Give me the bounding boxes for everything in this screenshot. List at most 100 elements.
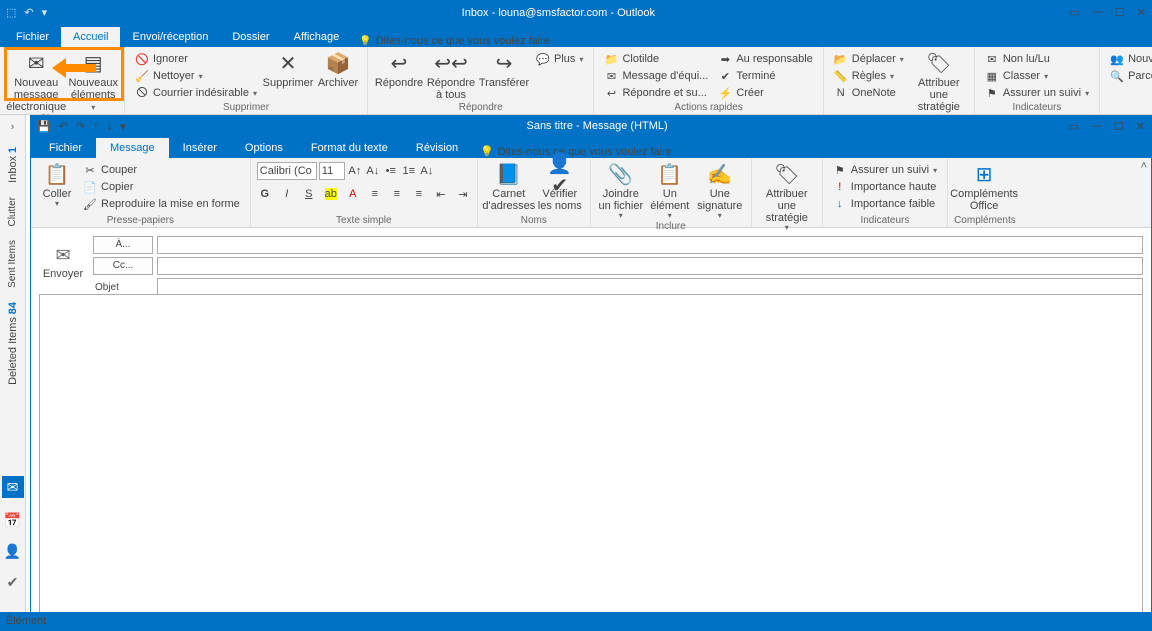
read-unread-button[interactable]: ✉Non lu/Lu [981,51,1093,67]
bold-button[interactable]: G [257,186,273,202]
address-book-compose-button[interactable]: 📘Carnet d'adresses [484,160,534,215]
close-icon[interactable]: ✕ [1137,6,1146,19]
nav-tasks-icon[interactable]: ✔ [7,574,19,591]
highlight-button[interactable]: ab [323,186,339,202]
clean-button[interactable]: 🧹Nettoyer [131,68,261,84]
rail-clutter[interactable]: Clutter [7,197,18,226]
new-items-button[interactable]: ▤ Nouveaux éléments [68,49,118,113]
cc-picker-button[interactable]: Cc... [93,257,153,275]
maximize-icon[interactable]: ☐ [1114,120,1124,133]
ctab-fichier[interactable]: Fichier [35,138,96,158]
numbering-icon[interactable]: 1≡ [401,163,417,179]
check-names-button[interactable]: 👤✔Vérifier les noms [536,160,584,215]
tell-me-main[interactable]: Dites-nous ce que vous voulez faire [359,35,550,47]
rail-deleted[interactable]: Deleted Items 84 [7,302,19,385]
qa-clotilde[interactable]: 📁Clotilde [600,51,712,67]
low-importance-button[interactable]: ↓Importance faible [829,196,941,212]
bullets-icon[interactable]: •≡ [383,163,399,179]
font-color-button[interactable]: A [345,186,361,202]
tab-affichage[interactable]: Affichage [282,27,352,47]
attach-item-button[interactable]: 📋Un élément [647,160,693,221]
to-picker-button[interactable]: À... [93,236,153,254]
reply-button[interactable]: ↩Répondre [374,49,424,102]
rail-sent[interactable]: Sent Items [7,240,18,288]
ctab-message[interactable]: Message [96,138,169,158]
attach-file-button[interactable]: 📎Joindre un fichier [597,160,645,221]
paste-button[interactable]: 📋Coller [37,160,77,215]
to-field[interactable] [157,236,1143,254]
align-left-icon[interactable]: ≡ [367,186,383,202]
nav-calendar-icon[interactable]: 📅 [4,512,21,529]
format-painter-button[interactable]: 🖌Reproduire la mise en forme [79,196,244,212]
align-center-icon[interactable]: ≡ [389,186,405,202]
font-size-input[interactable] [319,162,345,180]
ribbon-options-icon[interactable]: ▭ [1069,120,1079,133]
message-body-editor[interactable] [39,294,1143,621]
ignore-button[interactable]: 🚫Ignorer [131,51,261,67]
qa-team[interactable]: ✉Message d'équi... [600,68,712,84]
tab-accueil[interactable]: Accueil [61,27,120,47]
junk-button[interactable]: 🛇Courrier indésirable [131,85,261,101]
shrink-font-icon[interactable]: A↓ [365,163,381,179]
qa-create[interactable]: ⚡Créer [714,85,816,101]
forward-button[interactable]: ↪Transférer [478,49,530,102]
tab-fichier[interactable]: Fichier [4,27,61,47]
archive-button[interactable]: 📦Archiver [315,49,361,102]
expand-rail-icon[interactable]: › [11,121,15,133]
ctab-format[interactable]: Format du texte [297,138,402,158]
indent-inc-icon[interactable]: ⇥ [455,186,471,202]
cc-field[interactable] [157,257,1143,275]
save-icon[interactable]: 💾 [37,120,51,133]
assign-policy-compose-button[interactable]: 🏷Attribuer une stratégie [758,160,816,233]
collapse-ribbon-icon[interactable]: ˄ [1141,160,1147,172]
sort-icon[interactable]: A↓ [419,163,435,179]
redo-icon[interactable]: ↷ [76,120,85,133]
tab-dossier[interactable]: Dossier [220,27,281,47]
ribbon-options-icon[interactable]: ▭ [1070,6,1080,19]
align-right-icon[interactable]: ≡ [411,186,427,202]
nav-mail-icon[interactable]: ✉ [2,476,24,498]
qa-manager[interactable]: ➡Au responsable [714,51,816,67]
maximize-icon[interactable]: ☐ [1115,6,1125,19]
nav-people-icon[interactable]: 👤 [4,543,21,560]
new-group-button[interactable]: 👥Nouveau groupe [1106,51,1152,67]
rail-inbox[interactable]: Inbox 1 [7,147,19,183]
delete-button[interactable]: ✕Supprimer [263,49,313,102]
followup-compose-button[interactable]: ⚑Assurer un suivi [829,162,941,178]
ctab-inserer[interactable]: Insérer [169,138,231,158]
indent-dec-icon[interactable]: ⇤ [433,186,449,202]
send-button[interactable]: ✉ Envoyer [43,240,83,284]
prev-icon[interactable]: ↑ [93,120,99,133]
signature-button[interactable]: ✍Une signature [695,160,745,221]
font-name-input[interactable] [257,162,317,180]
rules-button[interactable]: 📏Règles [830,68,908,84]
ctab-options[interactable]: Options [231,138,297,158]
copy-button[interactable]: 📄Copier [79,179,244,195]
onenote-button[interactable]: NOneNote [830,85,908,101]
move-button[interactable]: 📂Déplacer [830,51,908,67]
italic-button[interactable]: I [279,186,295,202]
reply-more-button[interactable]: 💬Plus [532,51,587,67]
cut-button[interactable]: ✂Couper [79,162,244,178]
underline-button[interactable]: S [301,186,317,202]
followup-button[interactable]: ⚑Assurer un suivi [981,85,1093,101]
new-email-button[interactable]: ✉ Nouveau message électronique [6,49,66,113]
tab-envoi[interactable]: Envoi/réception [120,27,220,47]
close-icon[interactable]: ✕ [1136,120,1145,133]
tell-me-compose[interactable]: 💡 Dites-nous ce que vous voulez faire [480,145,672,158]
ctab-revision[interactable]: Révision [402,138,472,158]
high-importance-button[interactable]: !Importance haute [829,179,941,195]
qa-reply-del[interactable]: ↩Répondre et su... [600,85,712,101]
browse-groups-button[interactable]: 🔍Parcourir les groupes [1106,68,1152,84]
assign-policy-button[interactable]: 🏷Attribuer une stratégie [910,49,968,122]
qa-done[interactable]: ✔Terminé [714,68,816,84]
grow-font-icon[interactable]: A↑ [347,163,363,179]
office-addins-button[interactable]: ⊞Compléments Office [954,160,1014,215]
minimize-icon[interactable]: — [1092,6,1103,19]
minimize-icon[interactable]: — [1091,120,1102,133]
reply-all-button[interactable]: ↩↩Répondre à tous [426,49,476,102]
undo-icon[interactable]: ↶ [59,120,68,133]
categorize-button[interactable]: ▦Classer [981,68,1093,84]
undo-icon[interactable]: ↶ [24,6,33,19]
next-icon[interactable]: ↓ [107,120,113,133]
